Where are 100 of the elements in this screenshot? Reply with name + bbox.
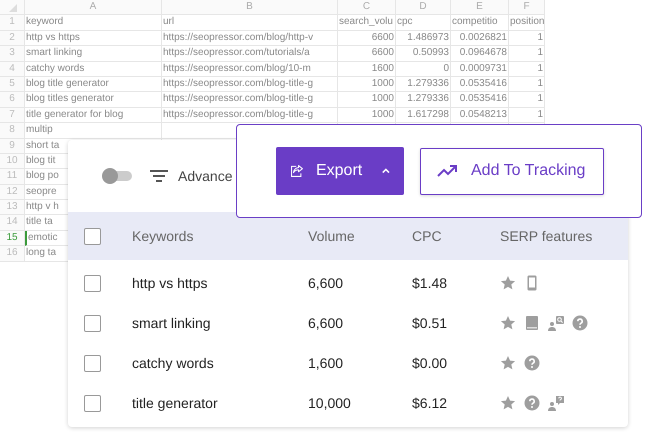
row-number: 2	[0, 30, 25, 46]
spreadsheet-cell: search_volu	[338, 15, 396, 31]
row-checkbox[interactable]	[84, 354, 101, 372]
export-button[interactable]: Export	[276, 147, 404, 195]
cpc-value: $6.12	[412, 394, 448, 410]
spreadsheet-cell: 1.486973	[396, 30, 451, 46]
row-number: 15	[0, 230, 25, 246]
row-number: 3	[0, 46, 25, 62]
filter-icon[interactable]	[150, 169, 168, 183]
star-icon	[500, 315, 516, 331]
person-question-icon	[548, 395, 564, 411]
spreadsheet-cell: https://seopressor.com/blog-title-g	[162, 108, 338, 124]
row-checkbox[interactable]	[84, 274, 101, 292]
star-icon	[500, 355, 516, 371]
spreadsheet-cell: blog title generator	[25, 76, 162, 92]
spreadsheet-cell: 6600	[338, 30, 396, 46]
spreadsheet-cell: blog titles generator	[25, 92, 162, 108]
spreadsheet-cell: competitio	[451, 15, 509, 31]
spreadsheet-cell: 1600	[338, 62, 396, 77]
spreadsheet-cell: position	[509, 15, 545, 31]
keyword-text: title generator	[132, 394, 218, 410]
spreadsheet-cell: 0.0535416	[451, 76, 509, 92]
row-number: 13	[0, 200, 25, 216]
column-heading: Volume	[308, 228, 355, 244]
spreadsheet-cell: 1000	[338, 76, 396, 92]
column-header: C	[338, 0, 396, 16]
spreadsheet-cell: title generator for blog	[25, 108, 162, 124]
spreadsheet-cell: 1.617298	[396, 108, 451, 124]
row-number: 8	[0, 123, 25, 139]
spreadsheet-cell: https://seopressor.com/blog-title-g	[162, 76, 338, 92]
row-number: 9	[0, 138, 25, 154]
spreadsheet-cell: https://seopressor.com/blog-title-g	[162, 92, 338, 108]
share-icon	[290, 162, 304, 180]
spreadsheet-cell: https://seopressor.com/blog/10-m	[162, 62, 338, 77]
spreadsheet-cell: 1.279336	[396, 76, 451, 92]
book-icon	[524, 315, 540, 331]
keyword-text: catchy words	[132, 354, 214, 370]
filter-label[interactable]: Advance	[178, 166, 232, 186]
spreadsheet-cell: 0.50993	[396, 46, 451, 62]
column-header: F	[509, 0, 545, 16]
spreadsheet-cell: http vs https	[25, 30, 162, 46]
volume-value: 10,000	[308, 394, 351, 410]
add-to-tracking-button[interactable]: Add To Tracking	[420, 148, 604, 194]
spreadsheet-cell: 0.0964678	[451, 46, 509, 62]
volume-value: 1,600	[308, 354, 344, 370]
row-number: 6	[0, 92, 25, 108]
spreadsheet-cell: 1	[509, 46, 545, 62]
cpc-value: $0.51	[412, 314, 448, 330]
row-number: 1	[0, 15, 25, 31]
row-checkbox[interactable]	[84, 314, 101, 332]
spreadsheet-cell: 1000	[338, 108, 396, 124]
spreadsheet-cell: 6600	[338, 46, 396, 62]
spreadsheet-cell: 1	[509, 92, 545, 108]
column-header: A	[25, 0, 162, 16]
spreadsheet-cell: https://seopressor.com/blog/http-v	[162, 30, 338, 46]
row-checkbox[interactable]	[84, 394, 101, 412]
row-number: 14	[0, 215, 25, 231]
spreadsheet-cell: 0.0009731	[451, 62, 509, 77]
chevron-up-icon	[382, 167, 390, 175]
row-number: 12	[0, 184, 25, 200]
column-header: E	[451, 0, 509, 16]
select-all-checkbox[interactable]	[84, 228, 101, 244]
volume-value: 6,600	[308, 314, 344, 330]
person-search-icon	[548, 315, 564, 331]
triangle-icon	[9, 4, 17, 12]
column-heading: CPC	[412, 228, 442, 244]
spreadsheet-cell: cpc	[396, 15, 451, 31]
cpc-value: $0.00	[412, 354, 448, 370]
spreadsheet-cell: 1	[509, 62, 545, 77]
help-icon	[524, 355, 540, 371]
row-number: 5	[0, 76, 25, 92]
column-header: B	[162, 0, 338, 16]
keyword-text: smart linking	[132, 314, 211, 330]
spreadsheet-cell: https://seopressor.com/tutorials/a	[162, 46, 338, 62]
spreadsheet-cell: 0.0535416	[451, 92, 509, 108]
keyword-text: http vs https	[132, 274, 208, 290]
help-icon	[572, 315, 588, 331]
trending-up-icon	[437, 164, 457, 178]
spreadsheet-cell: 1.279336	[396, 92, 451, 108]
volume-value: 6,600	[308, 274, 344, 290]
spreadsheet-cell: 1	[509, 76, 545, 92]
spreadsheet-cell: smart linking	[25, 46, 162, 62]
spreadsheet-cell: 1000	[338, 92, 396, 108]
row-number: 4	[0, 62, 25, 77]
column-header: D	[396, 0, 451, 16]
spreadsheet-cell: 0.0026821	[451, 30, 509, 46]
spreadsheet-cell: 0.0548213	[451, 108, 509, 124]
spreadsheet-cell: catchy words	[25, 62, 162, 77]
star-icon	[500, 395, 516, 411]
row-number: 11	[0, 169, 25, 185]
column-heading: SERP features	[500, 228, 592, 244]
toggle-switch[interactable]	[102, 168, 132, 184]
cpc-value: $1.48	[412, 274, 448, 290]
star-icon	[500, 275, 516, 291]
corner-cell[interactable]	[0, 0, 25, 16]
row-number: 10	[0, 154, 25, 170]
spreadsheet-cell: keyword	[25, 15, 162, 31]
spreadsheet-cell: 0	[396, 62, 451, 77]
row-number: 7	[0, 108, 25, 124]
spreadsheet-cell: multip	[25, 123, 162, 139]
